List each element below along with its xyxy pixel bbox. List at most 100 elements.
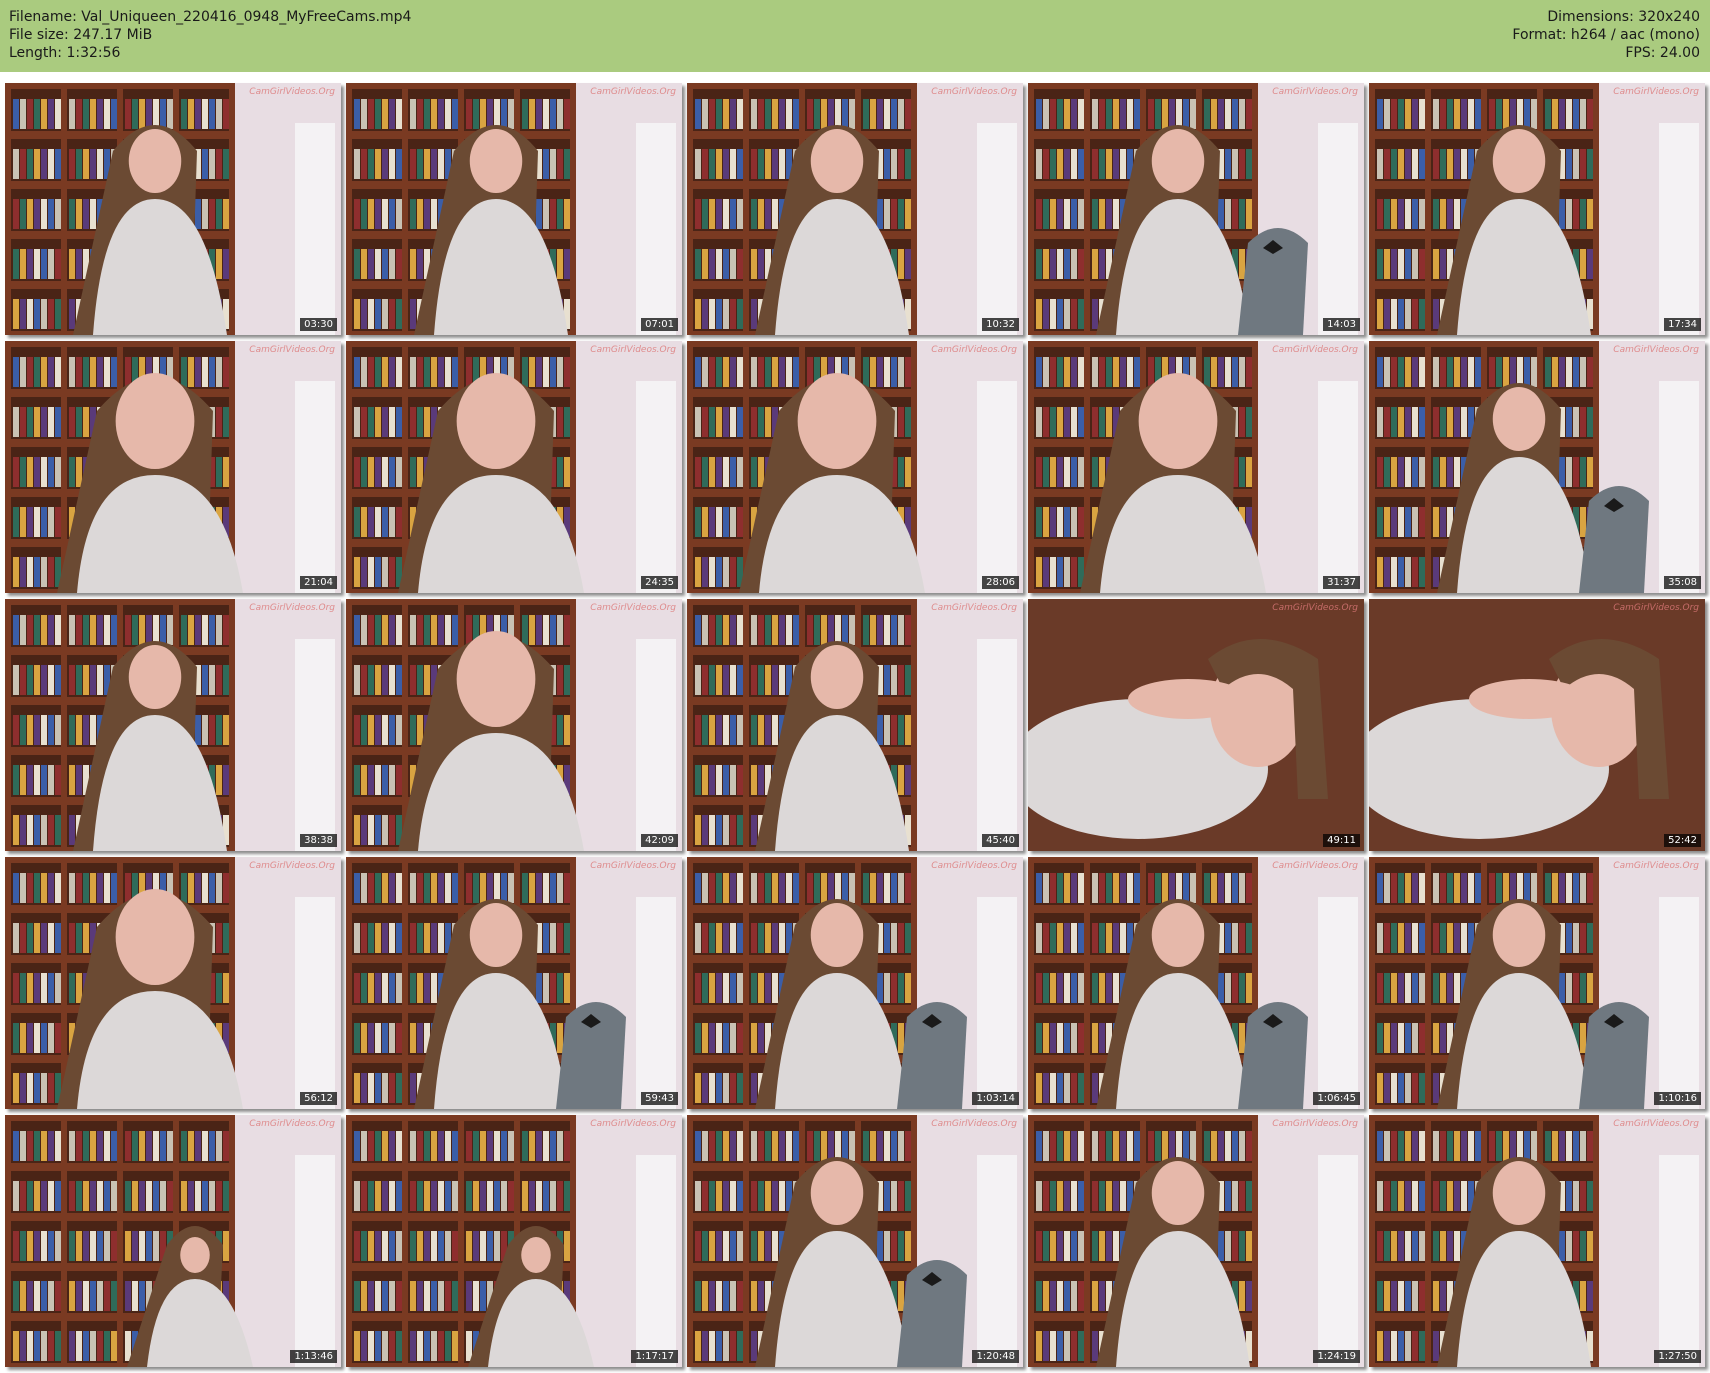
watermark: CamGirlVideos.Org [1613,861,1699,871]
timestamp-label: 52:42 [1664,834,1701,847]
thumbnail: CamGirlVideos.Org 17:34 [1369,83,1705,335]
watermark: CamGirlVideos.Org [590,87,676,97]
thumbnail-image [1369,599,1705,851]
watermark: CamGirlVideos.Org [931,345,1017,355]
thumbnail: CamGirlVideos.Org 35:08 [1369,341,1705,593]
thumbnail: CamGirlVideos.Org 1:20:48 [687,1115,1023,1367]
timestamp-label: 1:13:46 [290,1350,337,1363]
thumbnail: CamGirlVideos.Org 49:11 [1028,599,1364,851]
timestamp-label: 1:06:45 [1313,1092,1360,1105]
timestamp-label: 42:09 [641,834,678,847]
thumbnail: CamGirlVideos.Org 45:40 [687,599,1023,851]
watermark: CamGirlVideos.Org [249,861,335,871]
thumbnail: CamGirlVideos.Org 21:04 [5,341,341,593]
format-text: Format: h264 / aac (mono) [1512,27,1700,43]
timestamp-label: 1:20:48 [972,1350,1019,1363]
length-text: Length: 1:32:56 [9,45,121,61]
thumbnail: CamGirlVideos.Org 38:38 [5,599,341,851]
timestamp-label: 45:40 [982,834,1019,847]
thumbnail: CamGirlVideos.Org 10:32 [687,83,1023,335]
timestamp-label: 1:03:14 [972,1092,1019,1105]
thumbnail-image [1369,341,1705,593]
timestamp-label: 10:32 [982,318,1019,331]
watermark: CamGirlVideos.Org [1272,345,1358,355]
watermark: CamGirlVideos.Org [249,87,335,97]
thumbnail-image [687,857,1023,1109]
thumbnail: CamGirlVideos.Org 1:06:45 [1028,857,1364,1109]
thumbnail: CamGirlVideos.Org 31:37 [1028,341,1364,593]
timestamp-label: 03:30 [300,318,337,331]
thumbnail: CamGirlVideos.Org 14:03 [1028,83,1364,335]
watermark: CamGirlVideos.Org [1613,87,1699,97]
watermark: CamGirlVideos.Org [1272,603,1358,613]
watermark: CamGirlVideos.Org [249,1119,335,1129]
thumbnail: CamGirlVideos.Org 42:09 [346,599,682,851]
timestamp-label: 28:06 [982,576,1019,589]
watermark: CamGirlVideos.Org [931,1119,1017,1129]
fps-text: FPS: 24.00 [1625,45,1700,61]
thumbnail: CamGirlVideos.Org 1:03:14 [687,857,1023,1109]
watermark: CamGirlVideos.Org [1272,861,1358,871]
thumbnail-image [1028,599,1364,851]
timestamp-label: 49:11 [1323,834,1360,847]
watermark: CamGirlVideos.Org [931,603,1017,613]
thumbnail-image [346,857,682,1109]
timestamp-label: 1:24:19 [1313,1350,1360,1363]
thumbnail-image [1369,857,1705,1109]
thumbnail: CamGirlVideos.Org 07:01 [346,83,682,335]
thumbnail: CamGirlVideos.Org 1:24:19 [1028,1115,1364,1367]
file-size-text: File size: 247.17 MiB [9,27,153,43]
thumbnail: CamGirlVideos.Org 59:43 [346,857,682,1109]
watermark: CamGirlVideos.Org [1613,603,1699,613]
thumbnail-image [687,341,1023,593]
thumbnail: CamGirlVideos.Org 56:12 [5,857,341,1109]
watermark: CamGirlVideos.Org [931,87,1017,97]
thumbnail: CamGirlVideos.Org 1:27:50 [1369,1115,1705,1367]
watermark: CamGirlVideos.Org [590,345,676,355]
thumbnail-image [1028,1115,1364,1367]
timestamp-label: 07:01 [641,318,678,331]
thumbnail-image [1028,83,1364,335]
thumbnail: CamGirlVideos.Org 52:42 [1369,599,1705,851]
watermark: CamGirlVideos.Org [590,861,676,871]
watermark: CamGirlVideos.Org [931,861,1017,871]
watermark: CamGirlVideos.Org [249,603,335,613]
timestamp-label: 24:35 [641,576,678,589]
watermark: CamGirlVideos.Org [590,1119,676,1129]
thumbnail-image [5,599,341,851]
thumbnail: CamGirlVideos.Org 1:17:17 [346,1115,682,1367]
timestamp-label: 21:04 [300,576,337,589]
thumbnail-image [687,1115,1023,1367]
timestamp-label: 31:37 [1323,576,1360,589]
watermark: CamGirlVideos.Org [1272,87,1358,97]
thumbnail-image [1028,857,1364,1109]
thumbnail-image [346,1115,682,1367]
timestamp-label: 38:38 [300,834,337,847]
watermark: CamGirlVideos.Org [1613,1119,1699,1129]
timestamp-label: 1:17:17 [631,1350,678,1363]
thumbnail-image [687,599,1023,851]
timestamp-label: 35:08 [1664,576,1701,589]
timestamp-label: 17:34 [1664,318,1701,331]
thumbnail-grid: CamGirlVideos.Org 03:30 CamGirlVideos.Org 0… [0,80,1710,1373]
timestamp-label: 1:10:16 [1654,1092,1701,1105]
watermark: CamGirlVideos.Org [249,345,335,355]
thumbnail-image [1369,83,1705,335]
thumbnail-image [1369,1115,1705,1367]
thumbnail: CamGirlVideos.Org 1:10:16 [1369,857,1705,1109]
thumbnail-image [5,857,341,1109]
timestamp-label: 59:43 [641,1092,678,1105]
thumbnail: CamGirlVideos.Org 28:06 [687,341,1023,593]
watermark: CamGirlVideos.Org [590,603,676,613]
thumbnail: CamGirlVideos.Org 03:30 [5,83,341,335]
info-left: Filename: Val_Uniqueen_220416_0948_MyFre… [9,8,411,62]
thumbnail-image [5,83,341,335]
thumbnail-image [346,83,682,335]
thumbnail-image [346,599,682,851]
thumbnail-image [5,1115,341,1367]
thumbnail: CamGirlVideos.Org 24:35 [346,341,682,593]
filename-text: Filename: Val_Uniqueen_220416_0948_MyFre… [9,9,412,25]
watermark: CamGirlVideos.Org [1272,1119,1358,1129]
thumbnail: CamGirlVideos.Org 1:13:46 [5,1115,341,1367]
thumbnail-image [346,341,682,593]
